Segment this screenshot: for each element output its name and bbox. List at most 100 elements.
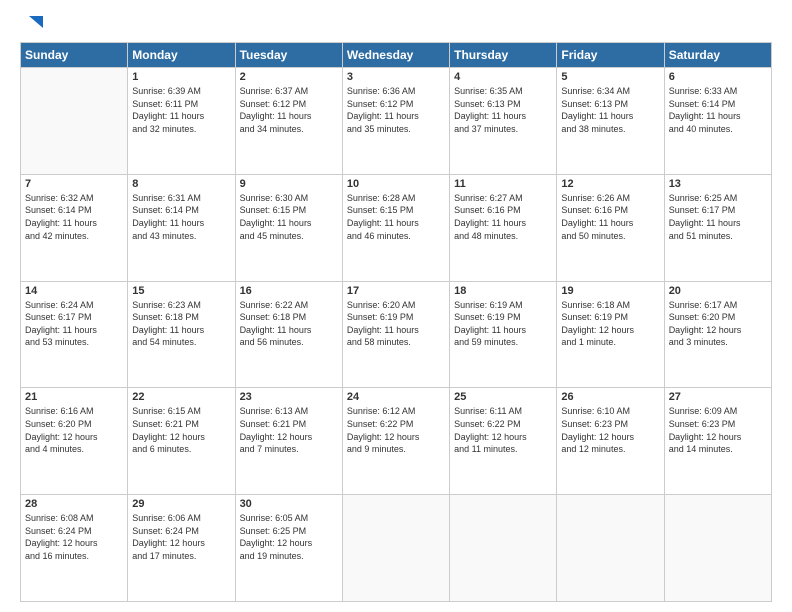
calendar-cell: 30Sunrise: 6:05 AMSunset: 6:25 PMDayligh… <box>235 495 342 602</box>
day-of-week-header: Friday <box>557 43 664 68</box>
day-number: 11 <box>454 178 552 190</box>
day-number: 26 <box>561 391 659 403</box>
day-info: Sunrise: 6:26 AMSunset: 6:16 PMDaylight:… <box>561 192 659 242</box>
calendar-cell <box>450 495 557 602</box>
calendar-cell: 2 Sunrise: 6:37 AMSunset: 6:12 PMDaylight… <box>235 68 342 175</box>
calendar-cell <box>21 68 128 175</box>
calendar-cell <box>342 495 449 602</box>
day-number: 18 <box>454 285 552 297</box>
day-info: Sunrise: 6:10 AMSunset: 6:23 PMDaylight:… <box>561 405 659 455</box>
day-info: Sunrise: 6:31 AMSunset: 6:14 PMDaylight:… <box>132 192 230 242</box>
day-number: 7 <box>25 178 123 190</box>
calendar-cell: 7 Sunrise: 6:32 AMSunset: 6:14 PMDaylight… <box>21 174 128 281</box>
calendar-cell: 21 Sunrise: 6:16 AMSunset: 6:20 PMDayligh… <box>21 388 128 495</box>
day-number: 12 <box>561 178 659 190</box>
day-info: Sunrise: 6:37 AMSunset: 6:12 PMDaylight:… <box>240 85 338 135</box>
day-of-week-header: Wednesday <box>342 43 449 68</box>
day-info: Sunrise: 6:23 AMSunset: 6:18 PMDaylight:… <box>132 299 230 349</box>
day-info: Sunrise: 6:09 AMSunset: 6:23 PMDaylight:… <box>669 405 767 455</box>
day-number: 23 <box>240 391 338 403</box>
day-info: Sunrise: 6:33 AMSunset: 6:14 PMDaylight:… <box>669 85 767 135</box>
day-number: 25 <box>454 391 552 403</box>
calendar-cell: 19 Sunrise: 6:18 AMSunset: 6:19 PMDayligh… <box>557 281 664 388</box>
day-number: 17 <box>347 285 445 297</box>
calendar-cell: 18 Sunrise: 6:19 AMSunset: 6:19 PMDayligh… <box>450 281 557 388</box>
calendar-cell: 5Sunrise: 6:34 AMSunset: 6:13 PMDaylight… <box>557 68 664 175</box>
day-info: Sunrise: 6:20 AMSunset: 6:19 PMDaylight:… <box>347 299 445 349</box>
day-number: 6 <box>669 71 767 83</box>
day-info: Sunrise: 6:32 AMSunset: 6:14 PMDaylight:… <box>25 192 123 242</box>
day-number: 21 <box>25 391 123 403</box>
calendar-cell: 13 Sunrise: 6:25 AMSunset: 6:17 PMDayligh… <box>664 174 771 281</box>
day-number: 9 <box>240 178 338 190</box>
day-number: 16 <box>240 285 338 297</box>
day-info: Sunrise: 6:39 AMSunset: 6:11 PMDaylight:… <box>132 85 230 135</box>
calendar-cell: 10 Sunrise: 6:28 AMSunset: 6:15 PMDayligh… <box>342 174 449 281</box>
day-info: Sunrise: 6:15 AMSunset: 6:21 PMDaylight:… <box>132 405 230 455</box>
calendar-cell: 8 Sunrise: 6:31 AMSunset: 6:14 PMDaylight… <box>128 174 235 281</box>
day-info: Sunrise: 6:06 AMSunset: 6:24 PMDaylight:… <box>132 512 230 562</box>
calendar-cell: 29 Sunrise: 6:06 AMSunset: 6:24 PMDayligh… <box>128 495 235 602</box>
day-of-week-header: Sunday <box>21 43 128 68</box>
day-number: 20 <box>669 285 767 297</box>
logo-icon <box>21 14 43 36</box>
calendar-cell: 26 Sunrise: 6:10 AMSunset: 6:23 PMDayligh… <box>557 388 664 495</box>
day-info: Sunrise: 6:27 AMSunset: 6:16 PMDaylight:… <box>454 192 552 242</box>
day-of-week-header: Tuesday <box>235 43 342 68</box>
calendar-week-row: 7 Sunrise: 6:32 AMSunset: 6:14 PMDaylight… <box>21 174 772 281</box>
calendar-week-row: 21 Sunrise: 6:16 AMSunset: 6:20 PMDayligh… <box>21 388 772 495</box>
calendar-cell: 22Sunrise: 6:15 AMSunset: 6:21 PMDayligh… <box>128 388 235 495</box>
day-info: Sunrise: 6:17 AMSunset: 6:20 PMDaylight:… <box>669 299 767 349</box>
day-number: 15 <box>132 285 230 297</box>
calendar-cell: 27Sunrise: 6:09 AMSunset: 6:23 PMDayligh… <box>664 388 771 495</box>
calendar-cell: 23 Sunrise: 6:13 AMSunset: 6:21 PMDayligh… <box>235 388 342 495</box>
calendar-cell: 14 Sunrise: 6:24 AMSunset: 6:17 PMDayligh… <box>21 281 128 388</box>
header <box>20 18 772 32</box>
calendar-cell: 6 Sunrise: 6:33 AMSunset: 6:14 PMDaylight… <box>664 68 771 175</box>
calendar-cell: 20 Sunrise: 6:17 AMSunset: 6:20 PMDayligh… <box>664 281 771 388</box>
calendar-cell: 24Sunrise: 6:12 AMSunset: 6:22 PMDayligh… <box>342 388 449 495</box>
day-info: Sunrise: 6:34 AMSunset: 6:13 PMDaylight:… <box>561 85 659 135</box>
day-number: 13 <box>669 178 767 190</box>
day-info: Sunrise: 6:25 AMSunset: 6:17 PMDaylight:… <box>669 192 767 242</box>
calendar-week-row: 14 Sunrise: 6:24 AMSunset: 6:17 PMDayligh… <box>21 281 772 388</box>
day-info: Sunrise: 6:13 AMSunset: 6:21 PMDaylight:… <box>240 405 338 455</box>
day-info: Sunrise: 6:28 AMSunset: 6:15 PMDaylight:… <box>347 192 445 242</box>
day-info: Sunrise: 6:36 AMSunset: 6:12 PMDaylight:… <box>347 85 445 135</box>
day-info: Sunrise: 6:16 AMSunset: 6:20 PMDaylight:… <box>25 405 123 455</box>
day-number: 1 <box>132 71 230 83</box>
day-info: Sunrise: 6:08 AMSunset: 6:24 PMDaylight:… <box>25 512 123 562</box>
day-number: 14 <box>25 285 123 297</box>
day-of-week-header: Thursday <box>450 43 557 68</box>
calendar-header-row: SundayMondayTuesdayWednesdayThursdayFrid… <box>21 43 772 68</box>
calendar-cell: 25 Sunrise: 6:11 AMSunset: 6:22 PMDayligh… <box>450 388 557 495</box>
page: SundayMondayTuesdayWednesdayThursdayFrid… <box>0 0 792 612</box>
day-number: 10 <box>347 178 445 190</box>
calendar-cell: 15 Sunrise: 6:23 AMSunset: 6:18 PMDayligh… <box>128 281 235 388</box>
calendar-table: SundayMondayTuesdayWednesdayThursdayFrid… <box>20 42 772 602</box>
day-number: 4 <box>454 71 552 83</box>
day-number: 3 <box>347 71 445 83</box>
calendar-cell: 17 Sunrise: 6:20 AMSunset: 6:19 PMDayligh… <box>342 281 449 388</box>
day-info: Sunrise: 6:19 AMSunset: 6:19 PMDaylight:… <box>454 299 552 349</box>
calendar-cell: 3 Sunrise: 6:36 AMSunset: 6:12 PMDaylight… <box>342 68 449 175</box>
day-number: 2 <box>240 71 338 83</box>
day-info: Sunrise: 6:18 AMSunset: 6:19 PMDaylight:… <box>561 299 659 349</box>
day-number: 30 <box>240 498 338 510</box>
calendar-cell: 16Sunrise: 6:22 AMSunset: 6:18 PMDayligh… <box>235 281 342 388</box>
calendar-cell: 4Sunrise: 6:35 AMSunset: 6:13 PMDaylight… <box>450 68 557 175</box>
calendar-cell <box>557 495 664 602</box>
day-of-week-header: Monday <box>128 43 235 68</box>
day-info: Sunrise: 6:11 AMSunset: 6:22 PMDaylight:… <box>454 405 552 455</box>
calendar-cell: 1 Sunrise: 6:39 AMSunset: 6:11 PMDaylight… <box>128 68 235 175</box>
day-of-week-header: Saturday <box>664 43 771 68</box>
day-number: 29 <box>132 498 230 510</box>
calendar-cell: 12 Sunrise: 6:26 AMSunset: 6:16 PMDayligh… <box>557 174 664 281</box>
day-number: 19 <box>561 285 659 297</box>
day-number: 8 <box>132 178 230 190</box>
day-info: Sunrise: 6:24 AMSunset: 6:17 PMDaylight:… <box>25 299 123 349</box>
calendar-cell: 28Sunrise: 6:08 AMSunset: 6:24 PMDayligh… <box>21 495 128 602</box>
day-info: Sunrise: 6:30 AMSunset: 6:15 PMDaylight:… <box>240 192 338 242</box>
calendar-week-row: 1 Sunrise: 6:39 AMSunset: 6:11 PMDaylight… <box>21 68 772 175</box>
day-info: Sunrise: 6:12 AMSunset: 6:22 PMDaylight:… <box>347 405 445 455</box>
